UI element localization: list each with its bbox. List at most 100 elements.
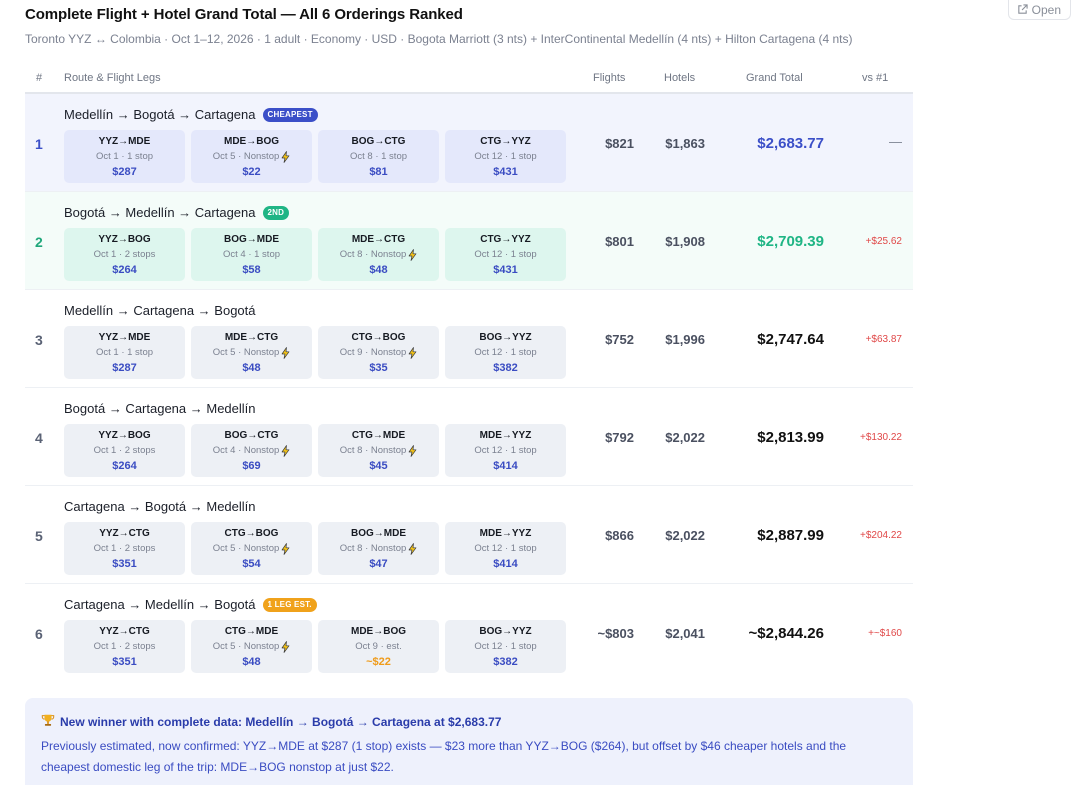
leg-price: $47 [369,558,388,570]
table-row: 4 Bogotá → Cartagena → Medellín YYZ→BOG Oct… [25,388,913,486]
leg-route-code: CTG→MDE [224,626,279,637]
leg-price: $54 [242,558,261,570]
leg-date-stops: Oct 4 · 1 stop [222,249,281,260]
leg-price: $81 [369,166,388,178]
leg-detail: Oct 9 · Nonstop [318,345,439,361]
lightning-icon [281,445,290,457]
flights-total: $792 [605,430,634,445]
open-button[interactable]: Open [1007,0,1071,20]
table-row: 6 Cartagena → Medellín → Bogotá 1 LEG EST.… [25,584,913,682]
hotels-total: $2,022 [665,430,705,445]
leg-route-code: BOG→MDE [351,528,406,539]
hotels-total: $2,041 [665,626,705,641]
route-label: Cartagena → Medellín → Bogotá [64,597,256,612]
route-label: Bogotá → Cartagena → Medellín [64,401,256,416]
leg-route-code: YYZ→CTG [99,528,150,539]
table-header: # Route & Flight Legs Flights Hotels Gra… [25,66,913,94]
hotels-total: $1,863 [665,136,705,151]
route-title: Cartagena → Medellín → Bogotá 1 LEG EST. [64,597,317,612]
flight-leg-card: BOG→MDE Oct 8 · Nonstop $47 [318,522,439,575]
leg-route-code: YYZ→CTG [99,626,150,637]
column-header-num: # [36,72,43,84]
leg-detail: Oct 8 · Nonstop [318,247,439,263]
flight-leg-card: BOG→CTG Oct 8 · 1 stop $81 [318,130,439,183]
leg-price: $48 [242,362,261,374]
grand-total: ~$2,844.26 [748,625,825,642]
flight-leg-card: YYZ→CTG Oct 1 · 2 stops $351 [64,620,185,673]
leg-route-code: YYZ→MDE [98,136,151,147]
leg-date-stops: Oct 1 · 2 stops [93,445,156,456]
lightning-icon [408,347,417,359]
leg-price: $431 [493,264,518,276]
flight-leg-card: MDE→BOG Oct 9 · est. ~$22 [318,620,439,673]
difference-vs-first: +~$160 [868,628,902,639]
winner-headline: New winner with complete data: Medellín … [60,714,502,729]
leg-price: $48 [369,264,388,276]
leg-detail: Oct 12 · 1 stop [445,149,566,165]
leg-date-stops: Oct 1 · 1 stop [95,347,154,358]
flight-leg-card: YYZ→BOG Oct 1 · 2 stops $264 [64,228,185,281]
leg-price: $287 [112,362,137,374]
flights-total: ~$803 [597,626,634,641]
column-header-hotels: Hotels [664,72,696,84]
leg-detail: Oct 9 · est. [318,639,439,655]
leg-route-code: CTG→BOG [224,528,279,539]
flight-leg-card: BOG→YYZ Oct 12 · 1 stop $382 [445,326,566,379]
rank-number: 2 [35,234,43,250]
difference-vs-first: — [889,134,902,149]
leg-price: $35 [369,362,388,374]
flight-leg-card: CTG→MDE Oct 5 · Nonstop $48 [191,620,312,673]
grand-total: $2,813.99 [757,429,824,446]
flight-leg-card: CTG→YYZ Oct 12 · 1 stop $431 [445,228,566,281]
leg-route-code: MDE→BOG [351,626,406,637]
route-label: Cartagena → Bogotá → Medellín [64,499,256,514]
flight-leg-card: BOG→MDE Oct 4 · 1 stop $58 [191,228,312,281]
leg-date-stops: Oct 5 · Nonstop [212,347,280,358]
lightning-icon [408,249,417,261]
leg-route-code: MDE→CTG [351,234,406,245]
hotels-total: $1,908 [665,234,705,249]
leg-detail: Oct 5 · Nonstop [191,541,312,557]
leg-route-code: MDE→YYZ [479,528,532,539]
route-label: Medellín → Bogotá → Cartagena [64,107,256,122]
leg-price: $287 [112,166,137,178]
rank-number: 5 [35,528,43,544]
table-row: 2 Bogotá → Medellín → Cartagena 2ND YYZ→BOG… [25,192,913,290]
leg-date-stops: Oct 12 · 1 stop [474,543,537,554]
page-subtitle: Toronto YYZ ↔ Colombia · Oct 1–12, 2026 … [25,32,853,46]
leg-detail: Oct 8 · Nonstop [318,541,439,557]
flight-legs: YYZ→MDE Oct 1 · 1 stop $287 MDE→CTG Oct 5 · … [64,326,566,379]
leg-price: $48 [242,656,261,668]
lightning-icon [281,347,290,359]
lightning-icon [281,543,290,555]
flight-leg-card: MDE→YYZ Oct 12 · 1 stop $414 [445,424,566,477]
status-badge: 1 LEG EST. [262,597,317,612]
leg-route-code: YYZ→BOG [98,234,151,245]
flight-leg-card: MDE→CTG Oct 8 · Nonstop $48 [318,228,439,281]
leg-date-stops: Oct 1 · 2 stops [93,249,156,260]
rank-number: 3 [35,332,43,348]
leg-price: $351 [112,656,137,668]
leg-route-code: BOG→MDE [224,234,279,245]
status-badge: CHEAPEST [262,107,318,122]
leg-route-code: CTG→BOG [351,332,406,343]
flight-leg-card: BOG→YYZ Oct 12 · 1 stop $382 [445,620,566,673]
leg-date-stops: Oct 8 · 1 stop [349,151,408,162]
leg-detail: Oct 4 · Nonstop [191,443,312,459]
leg-detail: Oct 1 · 1 stop [64,149,185,165]
leg-route-code: YYZ→MDE [98,332,151,343]
flights-total: $752 [605,332,634,347]
trophy-icon [41,713,55,730]
difference-vs-first: +$130.22 [860,432,902,443]
route-title: Cartagena → Bogotá → Medellín [64,499,256,514]
column-header-grand-total: Grand Total [746,72,803,84]
flight-legs: YYZ→CTG Oct 1 · 2 stops $351 CTG→MDE Oct 5 ·… [64,620,566,673]
difference-vs-first: +$25.62 [865,236,902,247]
leg-price: $45 [369,460,388,472]
flight-leg-card: YYZ→MDE Oct 1 · 1 stop $287 [64,326,185,379]
leg-price: $264 [112,264,137,276]
flights-total: $866 [605,528,634,543]
leg-route-code: BOG→YYZ [479,626,532,637]
leg-detail: Oct 12 · 1 stop [445,541,566,557]
rank-number: 1 [35,136,43,152]
